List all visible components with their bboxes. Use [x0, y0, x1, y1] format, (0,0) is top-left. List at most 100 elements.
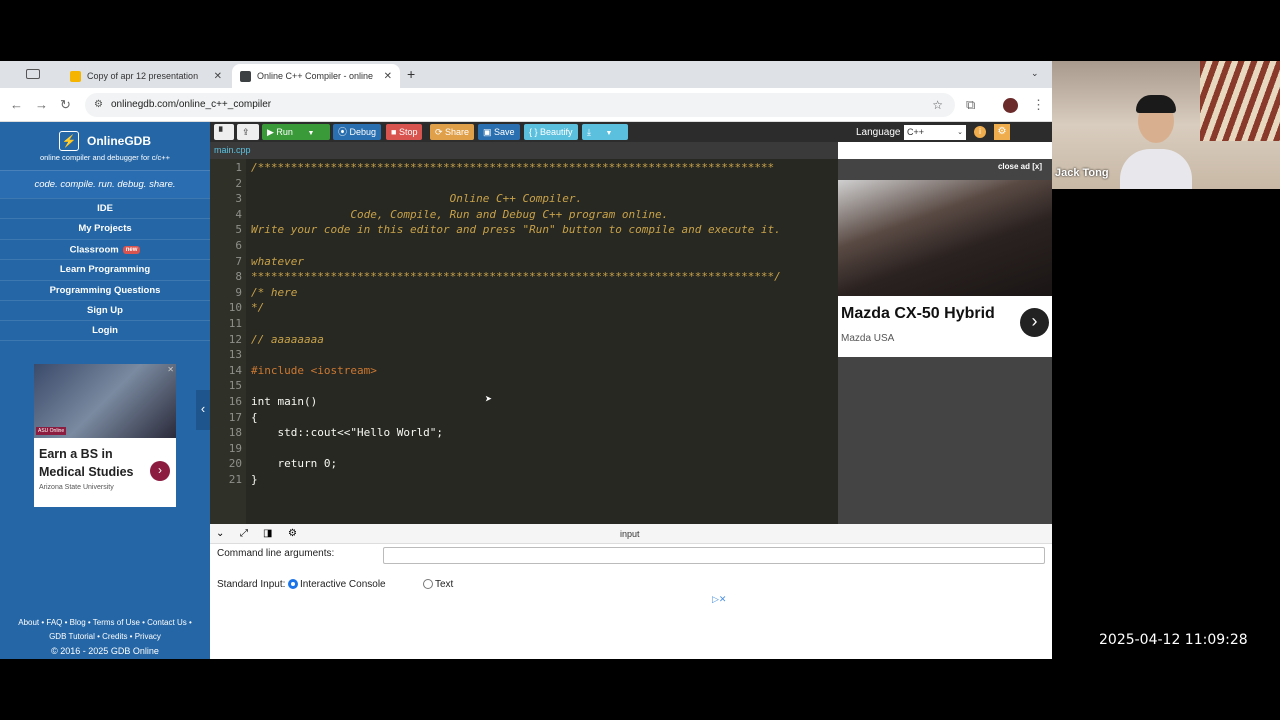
logo-area[interactable]: ⚡ OnlineGDB online compiler and debugger…: [0, 122, 210, 170]
address-input[interactable]: ⚙ onlinegdb.com/online_c++_compiler ☆: [85, 93, 955, 117]
ad-image: ASU Online ✕: [34, 364, 176, 438]
share-button[interactable]: ⟳ Share: [430, 124, 475, 140]
collapse-sidebar-icon[interactable]: ‹: [196, 390, 210, 430]
line-number: 2: [235, 176, 242, 190]
close-ad-button[interactable]: close ad [x]: [998, 162, 1042, 171]
sidebar-item-sign-up[interactable]: Sign Up: [0, 299, 210, 320]
close-tab-icon[interactable]: ✕: [384, 71, 392, 82]
sidebar-item-login[interactable]: Login: [0, 320, 210, 341]
beautify-button[interactable]: { } Beautify: [524, 124, 578, 140]
menu-kebab-icon[interactable]: ⋮: [1032, 97, 1045, 113]
back-icon[interactable]: ←: [10, 97, 23, 112]
footer-link-privacy[interactable]: Privacy: [135, 632, 161, 641]
line-number: 18: [228, 426, 242, 440]
interactive-console-label: Interactive Console: [300, 579, 386, 590]
site-info-icon[interactable]: ⚙: [94, 93, 103, 117]
tab-search-icon[interactable]: [26, 69, 40, 79]
window-curtains: [1200, 61, 1280, 141]
new-file-icon[interactable]: ▘: [214, 124, 234, 140]
text-radio[interactable]: [423, 579, 433, 589]
right-ad-panel: close ad [x] Mazda CX-50 Hybrid Mazda US…: [838, 159, 1052, 524]
debug-label: Debug: [349, 127, 377, 137]
close-tab-icon[interactable]: ✕: [214, 71, 222, 82]
new-tab-icon[interactable]: +: [407, 66, 415, 82]
code-line: Code, Compile, Run and Debug C++ program…: [251, 207, 669, 221]
ad-arrow-button[interactable]: ›: [150, 461, 170, 481]
text-option-label: Text: [435, 579, 454, 590]
sidebar-item-ide[interactable]: IDE: [0, 198, 210, 218]
address-bar-row: ← → ↻ ⚙ onlinegdb.com/online_c++_compile…: [0, 88, 1052, 122]
footer-link-about[interactable]: About: [18, 618, 39, 627]
sidebar-item-programming-questions[interactable]: Programming Questions: [0, 279, 210, 300]
sidebar-ad[interactable]: ASU Online ✕ Earn a BS in Medical Studie…: [34, 364, 176, 507]
stop-label: Stop: [398, 127, 418, 137]
chevron-down-icon: ⌄: [957, 129, 963, 136]
file-tab-main[interactable]: main.cpp: [214, 145, 251, 155]
participant-name: Jack Tong: [1055, 167, 1109, 179]
footer-link-gdb-tutorial[interactable]: GDB Tutorial: [49, 632, 95, 641]
settings-gear-icon[interactable]: ⚙: [994, 124, 1010, 140]
debug-button[interactable]: ⦿ Debug: [333, 124, 382, 140]
sidebar-item-my-projects[interactable]: My Projects: [0, 218, 210, 238]
footer-link-faq[interactable]: FAQ: [46, 618, 62, 627]
collapse-chevron-icon[interactable]: ⌄: [216, 528, 224, 539]
code-editor[interactable]: 1 2 3 4 5 6 7 8 9 10 11 12 13 14 15 16 17 18 19 20 21 /*****…: [210, 159, 838, 524]
ad-car-image[interactable]: [838, 180, 1052, 296]
mazda-ad-advertiser: Mazda USA: [841, 333, 895, 344]
language-value: C++: [907, 127, 925, 137]
browser-window: Copy of apr 12 presentation ✕ Online C++…: [0, 61, 1052, 659]
sidebar-item-learn-programming[interactable]: Learn Programming: [0, 259, 210, 279]
download-dropdown-icon[interactable]: ▼: [605, 130, 612, 137]
save-button[interactable]: ▣ Save: [478, 124, 520, 140]
upload-icon[interactable]: ⇪: [237, 124, 259, 140]
footer-link-terms[interactable]: Terms of Use: [93, 618, 140, 627]
footer-link-credits[interactable]: Credits: [102, 632, 127, 641]
download-button[interactable]: ⤓ ▼: [582, 124, 628, 140]
mazda-ad-arrow-button[interactable]: ›: [1020, 308, 1049, 337]
footer-link-blog[interactable]: Blog: [70, 618, 86, 627]
code-line: Online C++ Compiler.: [251, 192, 583, 206]
footer-link-contact[interactable]: Contact Us: [147, 618, 187, 627]
editor-toolbar: ▘ ⇪ ▶ Run ▼ ⦿ Debug ■ Stop ⟳ Share ▣ Sav…: [210, 122, 1052, 142]
language-select[interactable]: C++ ⌄: [904, 125, 966, 140]
code-line: Write your code in this editor and press…: [251, 223, 781, 237]
webcam-feed: Jack Tong: [1052, 61, 1280, 189]
tab-presentation[interactable]: Copy of apr 12 presentation ✕: [62, 64, 230, 88]
run-button[interactable]: ▶ Run ▼: [262, 124, 330, 140]
code-line: int main(): [251, 395, 318, 408]
ad-close-icon[interactable]: ✕: [167, 365, 174, 374]
copyright: © 2016 - 2025 GDB Online: [51, 646, 159, 656]
expand-icon[interactable]: ⤢: [240, 528, 248, 539]
tab-online-compiler[interactable]: Online C++ Compiler - online ✕: [232, 64, 400, 88]
cmd-args-input[interactable]: [383, 547, 1045, 564]
stdin-label: Standard Input:: [217, 579, 286, 590]
line-number-gutter: 1 2 3 4 5 6 7 8 9 10 11 12 13 14 15 16 17 18 19 20 21: [210, 159, 246, 524]
bookmark-star-icon[interactable]: ☆: [932, 93, 943, 117]
line-number: 16: [228, 395, 242, 408]
brand-name: OnlineGDB: [86, 134, 151, 148]
reload-icon[interactable]: ↻: [60, 97, 71, 113]
ad-advertiser: Arizona State University: [39, 484, 114, 491]
interactive-console-radio[interactable]: [288, 579, 298, 589]
share-label: Share: [445, 127, 470, 137]
adchoices-icon[interactable]: ▷✕: [712, 594, 726, 605]
sidebar-item-classroom[interactable]: Classroom new: [0, 238, 210, 259]
info-icon[interactable]: i: [974, 126, 986, 138]
code-line: std::cout<<"Hello World";: [251, 426, 444, 440]
line-number: 20: [228, 457, 242, 471]
mazda-ad-card[interactable]: Mazda CX-50 Hybrid Mazda USA ›: [838, 296, 1052, 357]
line-number: 17: [228, 410, 242, 424]
run-dropdown-icon[interactable]: ▼: [307, 130, 314, 137]
forward-icon[interactable]: →: [35, 97, 48, 112]
brand-tagline: online compiler and debugger for c/c++: [39, 153, 171, 162]
code-line: */: [251, 301, 265, 315]
split-view-icon[interactable]: ◨: [263, 528, 272, 539]
url-text: onlinegdb.com/online_c++_compiler: [111, 99, 272, 110]
language-label: Language: [856, 127, 901, 138]
extensions-icon[interactable]: ⧉: [966, 97, 975, 113]
file-tabs: main.cpp: [210, 142, 838, 159]
io-settings-gear-icon[interactable]: ⚙: [288, 528, 297, 539]
stop-button[interactable]: ■ Stop: [386, 124, 423, 140]
profile-avatar[interactable]: [1003, 98, 1018, 113]
tab-list-chevron-icon[interactable]: ⌄: [1031, 68, 1039, 79]
